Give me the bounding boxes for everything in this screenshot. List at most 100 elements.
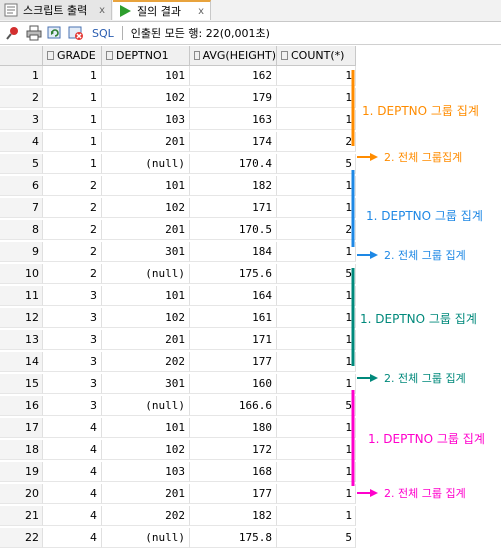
- table-cell[interactable]: 101: [102, 176, 190, 196]
- table-cell[interactable]: (null): [102, 396, 190, 416]
- table-row[interactable]: 20 4 201 177 1: [0, 484, 356, 504]
- table-cell[interactable]: 174: [190, 132, 277, 152]
- sql-button[interactable]: SQL: [92, 27, 114, 40]
- table-cell[interactable]: 3: [43, 374, 102, 394]
- table-cell[interactable]: 163: [190, 110, 277, 130]
- table-cell[interactable]: 1: [277, 198, 356, 218]
- table-row[interactable]: 5 1 (null) 170.4 5: [0, 154, 356, 174]
- table-cell[interactable]: 1: [277, 110, 356, 130]
- table-cell[interactable]: 177: [190, 484, 277, 504]
- table-row[interactable]: 14 3 202 177 1: [0, 352, 356, 372]
- table-row[interactable]: 6 2 101 182 1: [0, 176, 356, 196]
- table-cell[interactable]: 101: [102, 418, 190, 438]
- table-cell[interactable]: 2: [43, 176, 102, 196]
- table-cell[interactable]: 180: [190, 418, 277, 438]
- table-cell[interactable]: 4: [43, 484, 102, 504]
- table-cell[interactable]: 170.4: [190, 154, 277, 174]
- table-cell[interactable]: 1: [277, 66, 356, 86]
- table-cell[interactable]: 3: [43, 330, 102, 350]
- table-cell[interactable]: 170.5: [190, 220, 277, 240]
- table-cell[interactable]: 179: [190, 88, 277, 108]
- table-row[interactable]: 13 3 201 171 1: [0, 330, 356, 350]
- table-cell[interactable]: 4: [43, 506, 102, 526]
- column-header-avg-height[interactable]: AVG(HEIGHT): [190, 46, 277, 66]
- table-cell[interactable]: 1: [277, 352, 356, 372]
- table-cell[interactable]: 2: [43, 220, 102, 240]
- table-cell[interactable]: 168: [190, 462, 277, 482]
- tab-query-result[interactable]: 질의 결과 x: [113, 0, 211, 20]
- close-icon[interactable]: x: [99, 5, 105, 16]
- table-cell[interactable]: 5: [277, 154, 356, 174]
- table-cell[interactable]: 1: [43, 132, 102, 152]
- tab-script-output[interactable]: 스크립트 출력 x: [0, 0, 112, 20]
- table-cell[interactable]: 1: [277, 418, 356, 438]
- table-row[interactable]: 17 4 101 180 1: [0, 418, 356, 438]
- table-cell[interactable]: 1: [43, 66, 102, 86]
- table-cell[interactable]: 175.6: [190, 264, 277, 284]
- table-row[interactable]: 4 1 201 174 2: [0, 132, 356, 152]
- table-row[interactable]: 16 3 (null) 166.6 5: [0, 396, 356, 416]
- table-cell[interactable]: 5: [277, 264, 356, 284]
- table-row[interactable]: 11 3 101 164 1: [0, 286, 356, 306]
- table-cell[interactable]: 201: [102, 132, 190, 152]
- table-cell[interactable]: 175.8: [190, 528, 277, 548]
- table-cell[interactable]: 1: [43, 154, 102, 174]
- table-cell[interactable]: 182: [190, 176, 277, 196]
- refresh-icon[interactable]: [47, 25, 63, 41]
- table-cell[interactable]: 2: [277, 220, 356, 240]
- table-cell[interactable]: 172: [190, 440, 277, 460]
- table-row[interactable]: 21 4 202 182 1: [0, 506, 356, 526]
- table-cell[interactable]: 182: [190, 506, 277, 526]
- table-cell[interactable]: 160: [190, 374, 277, 394]
- table-row[interactable]: 12 3 102 161 1: [0, 308, 356, 328]
- table-cell[interactable]: 5: [277, 528, 356, 548]
- table-cell[interactable]: 2: [43, 264, 102, 284]
- table-cell[interactable]: 102: [102, 88, 190, 108]
- table-cell[interactable]: 201: [102, 484, 190, 504]
- table-cell[interactable]: 101: [102, 286, 190, 306]
- table-cell[interactable]: 102: [102, 308, 190, 328]
- table-cell[interactable]: 1: [277, 308, 356, 328]
- table-row[interactable]: 8 2 201 170.5 2: [0, 220, 356, 240]
- table-cell[interactable]: 301: [102, 374, 190, 394]
- table-row[interactable]: 19 4 103 168 1: [0, 462, 356, 482]
- table-cell[interactable]: 171: [190, 330, 277, 350]
- table-row[interactable]: 1 1 101 162 1: [0, 66, 356, 86]
- cancel-fetch-icon[interactable]: [68, 25, 84, 41]
- table-cell[interactable]: 164: [190, 286, 277, 306]
- table-cell[interactable]: 1: [43, 110, 102, 130]
- table-cell[interactable]: 103: [102, 462, 190, 482]
- table-cell[interactable]: 1: [277, 484, 356, 504]
- table-cell[interactable]: 102: [102, 198, 190, 218]
- table-cell[interactable]: 3: [43, 352, 102, 372]
- table-cell[interactable]: 5: [277, 396, 356, 416]
- table-cell[interactable]: (null): [102, 528, 190, 548]
- table-cell[interactable]: 3: [43, 286, 102, 306]
- table-cell[interactable]: 1: [277, 506, 356, 526]
- table-cell[interactable]: 301: [102, 242, 190, 262]
- table-cell[interactable]: 1: [277, 88, 356, 108]
- table-cell[interactable]: 1: [277, 176, 356, 196]
- table-cell[interactable]: 177: [190, 352, 277, 372]
- table-cell[interactable]: 1: [43, 88, 102, 108]
- table-cell[interactable]: 103: [102, 110, 190, 130]
- table-cell[interactable]: 2: [43, 198, 102, 218]
- table-cell[interactable]: 171: [190, 198, 277, 218]
- table-cell[interactable]: (null): [102, 264, 190, 284]
- table-row[interactable]: 10 2 (null) 175.6 5: [0, 264, 356, 284]
- table-row[interactable]: 22 4 (null) 175.8 5: [0, 528, 356, 548]
- table-cell[interactable]: 1: [277, 286, 356, 306]
- table-cell[interactable]: 4: [43, 418, 102, 438]
- table-cell[interactable]: 102: [102, 440, 190, 460]
- table-cell[interactable]: 4: [43, 462, 102, 482]
- table-row[interactable]: 15 3 301 160 1: [0, 374, 356, 394]
- table-cell[interactable]: 3: [43, 396, 102, 416]
- table-cell[interactable]: 201: [102, 330, 190, 350]
- close-icon[interactable]: x: [198, 6, 204, 17]
- table-cell[interactable]: 202: [102, 352, 190, 372]
- table-cell[interactable]: (null): [102, 154, 190, 174]
- table-row[interactable]: 2 1 102 179 1: [0, 88, 356, 108]
- table-cell[interactable]: 201: [102, 220, 190, 240]
- table-cell[interactable]: 202: [102, 506, 190, 526]
- table-cell[interactable]: 1: [277, 462, 356, 482]
